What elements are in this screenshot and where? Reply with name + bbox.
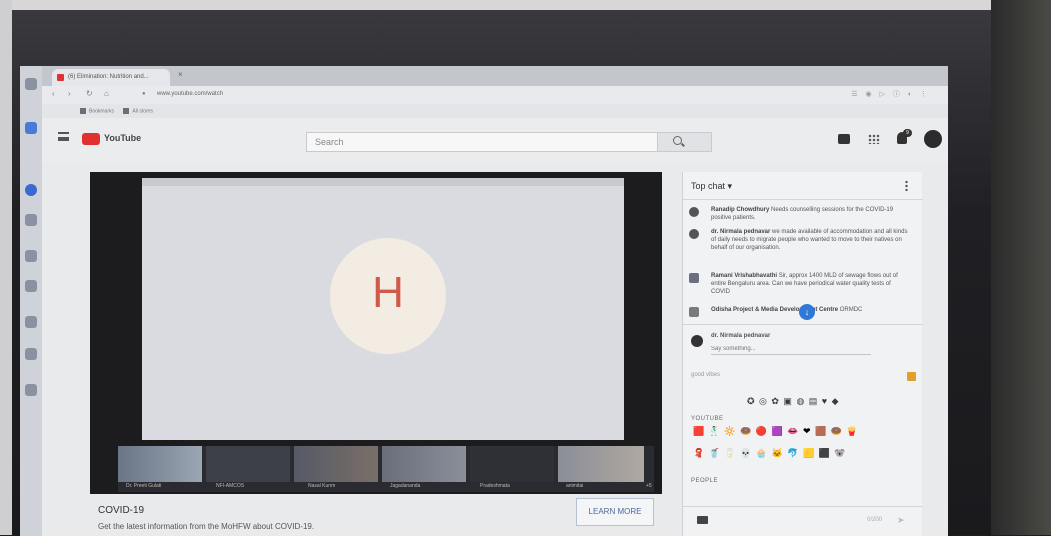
keyboard-icon[interactable]: [697, 516, 708, 524]
participant-thumb[interactable]: [470, 446, 554, 482]
chat-header: Top chat ▾: [683, 172, 923, 200]
info-panel-description: Get the latest information from the MoHF…: [98, 522, 315, 531]
emoji-row[interactable]: 🟥 🕺 🔆 🍩 🔴 🟪 👄 ❤ 🟫 🍩 🍟: [693, 426, 859, 437]
chat-footer: 0/200 ➤: [683, 506, 923, 536]
bookmarks-bar: Bookmarks All stores: [42, 104, 948, 118]
chat-avatar: [689, 229, 699, 239]
emoji-category-label: YOUTUBE: [691, 416, 724, 422]
files-icon[interactable]: [25, 214, 37, 226]
more-options-icon[interactable]: [905, 180, 908, 191]
close-tab-icon[interactable]: ×: [178, 70, 183, 79]
reload-icon[interactable]: ↻: [86, 89, 93, 98]
emoji-picker: good vibes ✪ ◎ ✿ ▣ ◍ ▤ ♥ ◆ YOUTUBE 🟥 🕺 🔆…: [683, 366, 923, 506]
chat-author: Odisha Project & Media Development Centr…: [711, 307, 839, 313]
bookmark-folder-icon: [80, 108, 86, 114]
bookmark-item[interactable]: All stores: [132, 108, 153, 114]
browser-tab-bar: (6) Elimination: Nutrition and... ×: [42, 66, 948, 86]
live-chat-panel: Top chat ▾ Ranadip Chowdhury Needs couns…: [682, 172, 923, 536]
hamburger-menu-icon[interactable]: [58, 132, 69, 141]
docs-icon[interactable]: [25, 316, 37, 328]
extension-icons[interactable]: ☰ ◉ ▷ ⓘ ◐ ⋮: [851, 89, 930, 99]
address-bar: ‹ › ↻ ⌂ ● www.youtube.com/watch ☰ ◉ ▷ ⓘ …: [42, 86, 948, 104]
create-video-icon[interactable]: [838, 134, 850, 144]
url-field[interactable]: www.youtube.com/watch: [157, 91, 223, 97]
learn-more-button[interactable]: LEARN MORE: [576, 498, 654, 526]
participant-name: NFI-AMCOS: [216, 483, 245, 489]
bookmark-folder-icon: [123, 108, 130, 114]
browser-tab[interactable]: (6) Elimination: Nutrition and...: [52, 69, 170, 86]
settings-icon[interactable]: [25, 250, 37, 262]
back-icon[interactable]: ‹: [52, 89, 55, 98]
chat-avatar: [689, 207, 699, 217]
lock-icon: ●: [142, 91, 146, 97]
video-player[interactable]: H Dr. Preeti Gulati NFI-AMCOS Nasal Kunm…: [90, 172, 662, 494]
watch-page: H Dr. Preeti Gulati NFI-AMCOS Nasal Kunm…: [42, 162, 948, 536]
emoji-category-icon[interactable]: [907, 372, 916, 381]
chrome-icon[interactable]: [25, 184, 37, 196]
participant-thumb[interactable]: [382, 446, 466, 482]
send-icon[interactable]: ➤: [897, 515, 905, 526]
youtube-play-icon: [82, 133, 100, 145]
emoji-category-tabs[interactable]: ✪ ◎ ✿ ▣ ◍ ▤ ♥ ◆: [747, 396, 840, 407]
os-taskbar: [20, 66, 42, 536]
youtube-favicon-icon: [57, 74, 64, 81]
top-chat-dropdown[interactable]: Top chat ▾: [691, 181, 732, 192]
emoji-search-input[interactable]: good vibes: [691, 372, 720, 378]
participant-name: animitai: [566, 483, 584, 489]
background-wall: [0, 0, 1051, 10]
user-avatar: [691, 335, 703, 347]
participant-name: Jagadananda: [390, 483, 421, 489]
info-panel-title: COVID-19: [98, 505, 145, 516]
search-input[interactable]: Search: [306, 132, 658, 152]
apps-grid-icon[interactable]: [868, 134, 880, 144]
participant-thumb[interactable]: [206, 446, 290, 482]
participant-count: +5: [646, 483, 652, 489]
chat-author: dr. Nirmala pednavar: [711, 229, 771, 235]
main-participant-tile: H: [142, 178, 624, 440]
participant-name: Nasal Kunm: [308, 483, 336, 489]
chat-input-area: dr. Nirmala pednavar: [683, 324, 923, 364]
chat-avatar: [689, 273, 699, 283]
home-icon[interactable]: ⌂: [104, 89, 109, 98]
tile-header-bar: [142, 178, 624, 186]
youtube-logo-text: YouTube: [104, 133, 142, 143]
youtube-header: YouTube Search 9: [42, 118, 948, 162]
participant-thumb[interactable]: [294, 446, 378, 482]
chat-input-author: dr. Nirmala pednavar: [711, 333, 771, 339]
emoji-category-label: PEOPLE: [691, 478, 719, 484]
camera-app-icon[interactable]: [25, 348, 37, 360]
character-count: 0/200: [867, 517, 883, 523]
emoji-row[interactable]: 🧣 🥤 🥛 💀 🧁 🐱 🐬 🟨 ⬛ 🐨: [693, 448, 847, 459]
notification-badge: 9: [903, 129, 912, 137]
scroll-to-bottom-button[interactable]: ↓: [799, 304, 815, 320]
chat-author: Ramani Vrishabhavathi: [711, 273, 778, 279]
youtube-logo[interactable]: YouTube: [82, 132, 142, 146]
chat-author: Ranadip Chowdhury: [711, 207, 770, 213]
app-launcher-icon[interactable]: [25, 78, 37, 90]
tab-title: (6) Elimination: Nutrition and...: [68, 74, 149, 80]
bookmark-item[interactable]: Bookmarks: [89, 108, 114, 114]
background-wall-left: [0, 0, 12, 535]
gallery-icon[interactable]: [25, 384, 37, 396]
browser-icon[interactable]: [25, 122, 37, 134]
chat-message-input[interactable]: [711, 343, 871, 355]
search-button[interactable]: [658, 132, 712, 152]
laptop-screen: (6) Elimination: Nutrition and... × ‹ › …: [20, 66, 948, 536]
chat-avatar: [689, 307, 699, 317]
participant-thumb[interactable]: [118, 446, 202, 482]
participant-thumb[interactable]: [558, 446, 644, 482]
account-avatar[interactable]: [924, 130, 942, 148]
chat-text: ORMDC: [839, 307, 863, 313]
participant-name: Dr. Preeti Gulati: [126, 483, 162, 489]
forward-icon[interactable]: ›: [68, 89, 71, 98]
participant-name: Pradeshmata: [480, 483, 510, 489]
store-icon[interactable]: [25, 280, 37, 292]
participant-initial: H: [372, 268, 404, 317]
participant-avatar: H: [330, 238, 446, 354]
participant-strip: Dr. Preeti Gulati NFI-AMCOS Nasal Kunm J…: [118, 446, 654, 492]
search-icon: [673, 136, 682, 145]
background-edge-right: [991, 0, 1051, 535]
